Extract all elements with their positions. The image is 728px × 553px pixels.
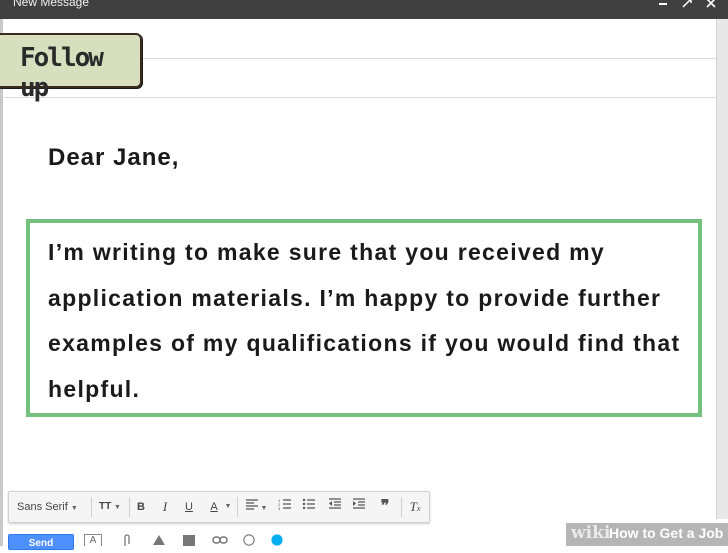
- compose-titlebar: New Message: [0, 0, 728, 19]
- indent-more-icon[interactable]: [351, 498, 367, 516]
- quote-icon[interactable]: ❞: [377, 498, 393, 516]
- watermark-wiki: wiki: [571, 523, 611, 543]
- font-family-label: Sans Serif: [17, 501, 68, 513]
- formatting-toolbar: Sans Serif ▼ TT ▼ B I U A ▼ ▼ 123 ❞ Tx: [8, 491, 430, 523]
- svg-text:3: 3: [278, 506, 281, 510]
- underline-icon[interactable]: U: [181, 498, 197, 516]
- link-icon[interactable]: [212, 534, 228, 546]
- font-family-select[interactable]: Sans Serif ▼: [17, 498, 87, 516]
- emoji-icon[interactable]: [242, 534, 258, 546]
- formatting-options-icon[interactable]: A: [84, 534, 102, 546]
- email-body-text[interactable]: I’m writing to make sure that you receiv…: [48, 230, 688, 412]
- skype-icon[interactable]: [270, 534, 286, 546]
- text-color-icon[interactable]: A: [206, 498, 222, 516]
- numbered-list-icon[interactable]: 123: [277, 498, 293, 516]
- bulleted-list-icon[interactable]: [301, 498, 317, 516]
- window-title: New Message: [13, 0, 90, 9]
- email-greeting: Dear Jane,: [48, 144, 180, 171]
- frame-left-border: [0, 19, 3, 546]
- photo-icon[interactable]: [182, 534, 198, 546]
- drive-icon[interactable]: [152, 534, 168, 546]
- minimize-icon[interactable]: [656, 0, 670, 11]
- popout-icon[interactable]: [680, 0, 694, 11]
- indent-less-icon[interactable]: [327, 498, 343, 516]
- chevron-down-icon[interactable]: ▼: [224, 498, 232, 516]
- bold-icon[interactable]: B: [133, 498, 149, 516]
- close-icon[interactable]: [704, 0, 718, 11]
- italic-icon[interactable]: I: [157, 498, 173, 516]
- scrollbar[interactable]: [716, 19, 728, 519]
- watermark-title: How to Get a Job: [609, 525, 724, 541]
- text-size-icon[interactable]: TT ▼: [97, 498, 123, 516]
- follow-up-label: Follow up: [0, 33, 142, 103]
- remove-formatting-icon[interactable]: Tx: [407, 498, 423, 516]
- toolbar-divider: [91, 497, 92, 517]
- send-button[interactable]: Send: [8, 534, 74, 550]
- toolbar-divider: [237, 497, 238, 517]
- align-icon[interactable]: ▼: [243, 498, 269, 516]
- attach-icon[interactable]: [122, 534, 138, 546]
- toolbar-divider: [129, 497, 130, 517]
- chevron-down-icon: ▼: [70, 505, 78, 512]
- follow-up-text: Follow up: [20, 43, 104, 103]
- toolbar-divider: [401, 497, 402, 517]
